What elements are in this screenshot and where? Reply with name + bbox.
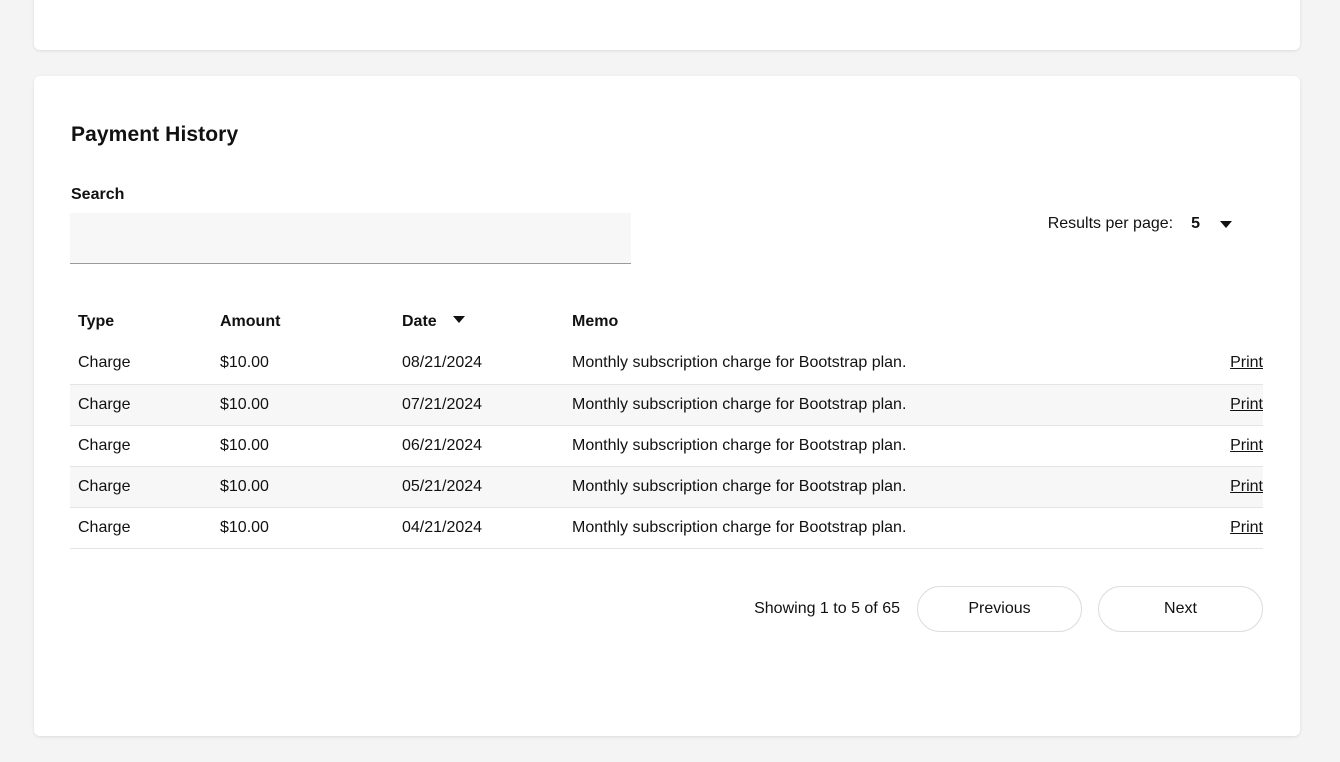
column-header-date[interactable]: Date	[394, 301, 564, 343]
table-row: Charge $10.00 04/21/2024 Monthly subscri…	[70, 507, 1263, 549]
cell-amount: $10.00	[212, 384, 394, 426]
cell-amount: $10.00	[212, 466, 394, 508]
section-title: Payment History	[71, 123, 239, 146]
cell-amount: $10.00	[212, 507, 394, 549]
print-link[interactable]: Print	[1230, 478, 1263, 495]
previous-button[interactable]: Previous	[917, 586, 1082, 632]
cell-date: 05/21/2024	[394, 466, 564, 508]
results-per-page-label: Results per page:	[1047, 215, 1174, 232]
print-link[interactable]: Print	[1230, 396, 1263, 413]
cell-type: Charge	[70, 466, 212, 508]
column-header-amount: Amount	[220, 313, 281, 330]
cell-amount: $10.00	[212, 343, 394, 385]
cell-amount: $10.00	[212, 425, 394, 467]
table-row: Charge $10.00 06/21/2024 Monthly subscri…	[70, 425, 1263, 467]
previous-card	[34, 0, 1300, 50]
column-header-date-label: Date	[402, 313, 437, 330]
column-header-actions	[1084, 301, 1263, 343]
cell-date: 04/21/2024	[394, 507, 564, 549]
cell-memo: Monthly subscription charge for Bootstra…	[564, 466, 1084, 508]
cell-action: Print	[1084, 466, 1263, 508]
payment-history-table: Type Amount Date Memo Charge $10.00 08/2…	[70, 301, 1263, 549]
next-button[interactable]: Next	[1098, 586, 1263, 632]
cell-memo: Monthly subscription charge for Bootstra…	[564, 343, 1084, 385]
results-per-page-select[interactable]: 5	[1191, 215, 1232, 233]
table-header-row: Type Amount Date Memo	[70, 301, 1263, 343]
cell-action: Print	[1084, 384, 1263, 426]
column-header-type: Type	[78, 313, 115, 330]
cell-action: Print	[1084, 507, 1263, 549]
chevron-down-icon	[1220, 220, 1232, 228]
column-header-memo: Memo	[572, 313, 619, 330]
payment-history-card: Payment History Search Results per page:…	[34, 76, 1300, 736]
table-row: Charge $10.00 05/21/2024 Monthly subscri…	[70, 466, 1263, 508]
cell-memo: Monthly subscription charge for Bootstra…	[564, 425, 1084, 467]
cell-date: 07/21/2024	[394, 384, 564, 426]
sort-descending-icon	[452, 316, 465, 323]
results-per-page: Results per page: 5	[1048, 215, 1232, 233]
cell-date: 08/21/2024	[394, 343, 564, 385]
print-link[interactable]: Print	[1230, 437, 1263, 454]
cell-type: Charge	[70, 425, 212, 467]
cell-action: Print	[1084, 343, 1263, 385]
pagination: Showing 1 to 5 of 65 Previous Next	[754, 586, 1263, 632]
search-label: Search	[71, 186, 125, 203]
results-per-page-value: 5	[1191, 215, 1200, 232]
cell-type: Charge	[70, 507, 212, 549]
print-link[interactable]: Print	[1230, 519, 1263, 536]
pagination-status: Showing 1 to 5 of 65	[754, 600, 900, 617]
cell-memo: Monthly subscription charge for Bootstra…	[564, 507, 1084, 549]
table-row: Charge $10.00 07/21/2024 Monthly subscri…	[70, 384, 1263, 426]
cell-type: Charge	[70, 384, 212, 426]
cell-date: 06/21/2024	[394, 425, 564, 467]
cell-type: Charge	[70, 343, 212, 385]
print-link[interactable]: Print	[1230, 354, 1263, 371]
cell-action: Print	[1084, 425, 1263, 467]
cell-memo: Monthly subscription charge for Bootstra…	[564, 384, 1084, 426]
search-input[interactable]	[70, 213, 631, 264]
table-row: Charge $10.00 08/21/2024 Monthly subscri…	[70, 343, 1263, 385]
